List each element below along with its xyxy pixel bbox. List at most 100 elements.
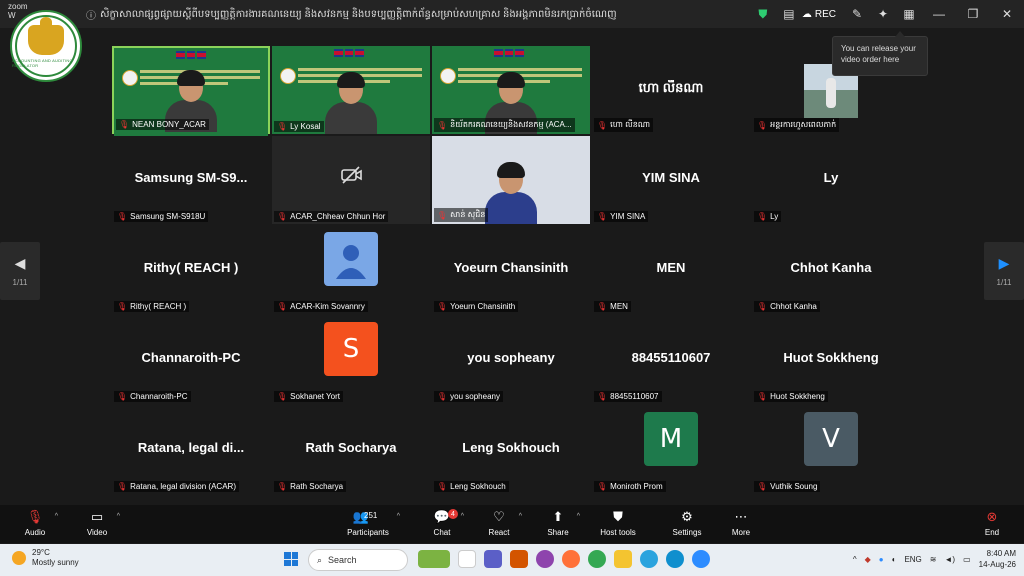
mic-muted-icon: 🎙 [597, 212, 608, 221]
participant-name: Yoeurn Chansinith [450, 302, 516, 311]
mic-muted-icon: 🎙 [117, 392, 128, 401]
participant-tile-kim[interactable]: 🎙 ACAR-Kim Sovannry [272, 226, 430, 314]
participant-tile-chhot[interactable]: Chhot Kanha 🎙 Chhot Kanha [752, 226, 910, 314]
telegram-icon[interactable] [640, 550, 658, 568]
end-meeting-button[interactable]: ⊗ End [980, 505, 1004, 543]
participant-tile-moni[interactable]: M 🎙 Moniroth Prom [592, 406, 750, 494]
close-icon[interactable]: ✕ [990, 0, 1024, 28]
language-indicator[interactable]: ENG [904, 555, 921, 564]
participant-name: Rath Socharya [290, 482, 344, 491]
participant-tile-num[interactable]: 88455110607 🎙 88455110607 [592, 316, 750, 404]
participant-tile-rath[interactable]: Rath Socharya 🎙 Rath Socharya [272, 406, 430, 494]
participant-tile-vuthik[interactable]: V 🎙 Vuthik Soung [752, 406, 910, 494]
participant-tile-rithy[interactable]: Rithy( REACH ) 🎙 Rithy( REACH ) [112, 226, 270, 314]
more-button[interactable]: ⋯ More [728, 505, 754, 543]
restore-icon[interactable]: ❐ [956, 0, 990, 28]
participant-tile-lykosal[interactable]: 🎙 Ly Kosal [272, 46, 430, 134]
participant-tile-leng[interactable]: Leng Sokhouch 🎙 Leng Sokhouch [432, 406, 590, 494]
taskbar-search[interactable]: ⌕ Search [308, 549, 408, 571]
participant-tile-you[interactable]: you sopheany 🎙 you sopheany [432, 316, 590, 404]
participant-tile-men[interactable]: MEN 🎙 MEN [592, 226, 750, 314]
volume-icon[interactable]: ◄) [944, 555, 955, 564]
weather-widget[interactable]: 29°C Mostly sunny [12, 548, 79, 568]
host-tools-button[interactable]: ⛊ Host tools [598, 505, 638, 543]
participant-name-label: 🎙 Moniroth Prom [594, 481, 666, 492]
participant-display-name: 88455110607 [631, 350, 711, 365]
participant-name-label: 🎙 និយ័តករគណនេយ្យនិងសវនកម្ម (ACA... [434, 118, 575, 132]
wifi-icon[interactable]: ≋ [930, 555, 937, 564]
clock[interactable]: 8:40 AM 14-Aug-26 [979, 548, 1016, 570]
participant-tile-yim[interactable]: YIM SINA 🎙 YIM SINA [592, 136, 750, 224]
file-explorer-icon[interactable] [458, 550, 476, 568]
previous-page-button[interactable]: ◀ 1/11 [0, 242, 40, 300]
video-button[interactable]: ▭ Video ^ [84, 505, 120, 543]
meeting-toolbar: 🎙 Audio ^ ▭ Video ^ 👥 251 Participants ^… [0, 505, 1024, 543]
react-button[interactable]: ♡ React ^ [486, 505, 522, 543]
participant-tile-chheav[interactable]: 🎙 ACAR_Chheav Chhun Hor [272, 136, 430, 224]
tray-zoom-icon[interactable]: ● [879, 555, 884, 564]
participant-tile-huot[interactable]: Huot Sokkheng 🎙 Huot Sokkheng [752, 316, 910, 404]
flags-icon [176, 51, 207, 59]
share-button[interactable]: ⬆ Share ^ [546, 505, 580, 543]
avatar: M [644, 412, 698, 466]
participant-name-label: 🎙 សាន់ សុជិន [434, 208, 489, 222]
video-options-caret-icon[interactable]: ^ [117, 513, 120, 520]
next-page-button[interactable]: ▶ 1/11 [984, 242, 1024, 300]
settings-button[interactable]: ⚙ Settings [670, 505, 704, 543]
folder-icon[interactable] [614, 550, 632, 568]
edge-icon[interactable] [666, 550, 684, 568]
mic-muted-icon: 🎙 [437, 302, 448, 311]
info-icon[interactable]: ⓘ [86, 7, 96, 22]
calendar-app-icon[interactable] [510, 550, 528, 568]
mic-muted-icon: 🎙 [117, 302, 128, 311]
recording-indicator[interactable]: ☁ REC [802, 9, 836, 20]
wand-icon[interactable]: ✎ [844, 0, 870, 28]
mic-muted-icon: 🎙 [597, 120, 608, 130]
participants-button[interactable]: 👥 251 Participants ^ [346, 505, 400, 543]
mic-muted-icon: 🎙 [757, 120, 768, 130]
audio-options-caret-icon[interactable]: ^ [55, 513, 58, 520]
security-shield-icon[interactable]: ⛊ [750, 0, 776, 28]
chat-caret-icon[interactable]: ^ [461, 513, 464, 520]
chat-button[interactable]: 💬 4 Chat ^ [430, 505, 464, 543]
chrome-icon[interactable] [588, 550, 606, 568]
participant-tile-hem[interactable]: ហោ លីនណា 🎙 ហោ លីនណា [592, 46, 750, 134]
zoom-app-icon[interactable] [692, 550, 710, 568]
participant-name: អន្តរការហួសពេលភាក់ [770, 120, 837, 129]
participant-name: Rithy( REACH ) [130, 302, 187, 311]
pinned-apps [418, 550, 710, 568]
battery-icon[interactable]: ▭ [963, 555, 971, 564]
firefox-icon[interactable] [562, 550, 580, 568]
participant-tile-ly[interactable]: Ly 🎙 Ly [752, 136, 910, 224]
participant-tile-samsung[interactable]: Samsung SM-S9... 🎙 Samsung SM-S918U [112, 136, 270, 224]
news-widget-icon[interactable] [418, 550, 450, 568]
teams-icon[interactable] [484, 550, 502, 568]
minimize-icon[interactable]: — [922, 0, 956, 28]
participant-tile-acar[interactable]: 🎙 និយ័តករគណនេយ្យនិងសវនកម្ម (ACA... [432, 46, 590, 134]
view-grid-icon[interactable]: ▦ [896, 0, 922, 28]
participant-name-label: 🎙 Huot Sokkheng [754, 391, 828, 402]
participant-tile-nean[interactable]: 🎙 NEAN BONY_ACAR [112, 46, 270, 136]
page-indicator-left: 1/11 [12, 278, 28, 287]
participants-caret-icon[interactable]: ^ [397, 513, 400, 520]
participant-tile-yoeurn[interactable]: Yoeurn Chansinith 🎙 Yoeurn Chansinith [432, 226, 590, 314]
sparkle-icon[interactable]: ✦ [870, 0, 896, 28]
participant-name-label: 🎙 Rath Socharya [274, 481, 347, 492]
chevron-up-icon[interactable]: ^ [853, 555, 857, 564]
share-caret-icon[interactable]: ^ [577, 513, 580, 520]
copilot-icon[interactable] [536, 550, 554, 568]
notes-icon[interactable]: ▤ [776, 0, 802, 28]
participant-tile-channa[interactable]: Channaroith-PC 🎙 Channaroith-PC [112, 316, 270, 404]
tray-app-icon[interactable]: ◆ [865, 555, 871, 564]
participant-display-name: Samsung SM-S9... [134, 170, 248, 185]
participant-tile-ratana[interactable]: Ratana, legal di... 🎙 Ratana, legal divisi… [112, 406, 270, 494]
participant-tile-sothy[interactable]: 🎙 សាន់ សុជិន [432, 136, 590, 224]
tray-status-icon[interactable]: ◐ [892, 555, 897, 564]
mic-muted-icon: 🎙 [277, 392, 288, 401]
participant-tile-sokhanet[interactable]: S 🎙 Sokhanet Yort [272, 316, 430, 404]
windows-start-icon[interactable] [284, 552, 298, 566]
participant-name-label: 🎙 MEN [594, 301, 631, 312]
gear-icon: ⚙ [681, 510, 693, 525]
react-caret-icon[interactable]: ^ [519, 513, 522, 520]
audio-button[interactable]: 🎙 Audio ^ [22, 505, 58, 543]
